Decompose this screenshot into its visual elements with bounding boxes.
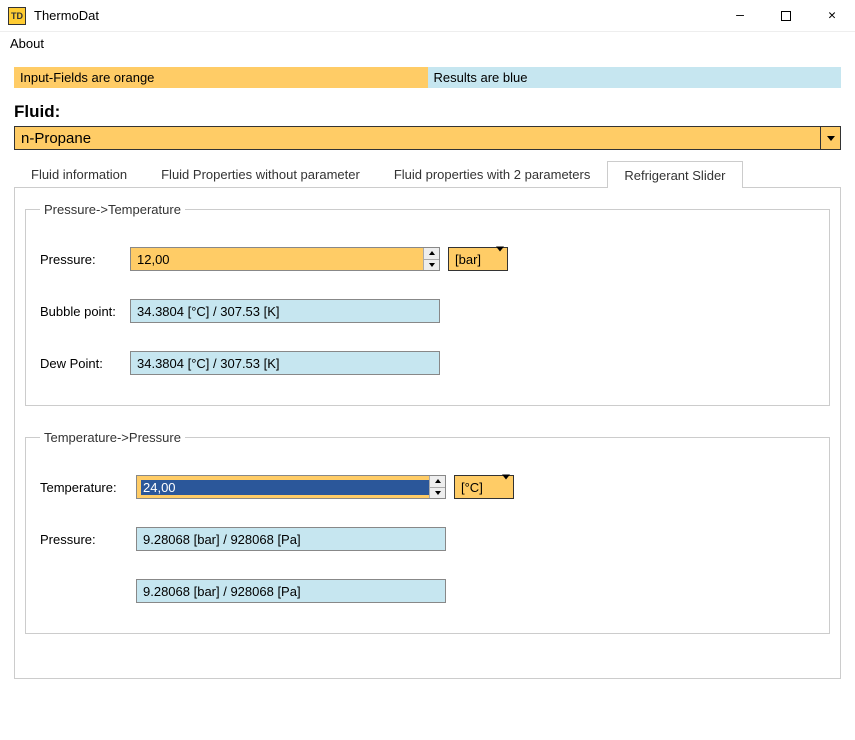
result-dew-point: 34.3804 [°C] / 307.53 [K] bbox=[130, 351, 440, 375]
chevron-down-icon bbox=[827, 136, 835, 141]
input-pressure[interactable]: 12,00 bbox=[130, 247, 440, 271]
minimize-button[interactable]: — bbox=[717, 0, 763, 32]
pressure-unit-value: [bar] bbox=[455, 252, 481, 267]
temperature-step-down[interactable] bbox=[430, 488, 445, 499]
tab-refrigerant-slider[interactable]: Refrigerant Slider bbox=[607, 161, 742, 188]
tab-properties-no-param[interactable]: Fluid Properties without parameter bbox=[144, 160, 377, 187]
chevron-up-icon bbox=[435, 479, 441, 483]
fluid-select-value: n-Propane bbox=[21, 130, 91, 147]
pressure-step-down[interactable] bbox=[424, 260, 439, 271]
result-tp-pressure-2: 9.28068 [bar] / 928068 [Pa] bbox=[136, 579, 446, 603]
chevron-down-icon bbox=[502, 475, 510, 495]
tab-properties-2-param[interactable]: Fluid properties with 2 parameters bbox=[377, 160, 608, 187]
input-temperature[interactable]: 24,00 bbox=[136, 475, 446, 499]
label-dew-point: Dew Point: bbox=[40, 356, 130, 371]
app-icon: TD bbox=[8, 7, 26, 25]
menubar: About bbox=[0, 32, 855, 59]
tab-strip: Fluid information Fluid Properties witho… bbox=[14, 160, 841, 188]
chevron-up-icon bbox=[429, 251, 435, 255]
close-button[interactable]: ✕ bbox=[809, 0, 855, 32]
group-tp-legend: Temperature->Pressure bbox=[40, 430, 185, 445]
input-pressure-value: 12,00 bbox=[131, 252, 423, 267]
temperature-unit-value: [°C] bbox=[461, 480, 483, 495]
fluid-select[interactable]: n-Propane bbox=[14, 126, 841, 150]
select-pressure-unit[interactable]: [bar] bbox=[448, 247, 508, 271]
fluid-dropdown-button[interactable] bbox=[820, 127, 840, 149]
titlebar: TD ThermoDat — ✕ bbox=[0, 0, 855, 32]
temperature-step-up[interactable] bbox=[430, 476, 445, 488]
pressure-step-up[interactable] bbox=[424, 248, 439, 260]
label-pressure: Pressure: bbox=[40, 252, 130, 267]
chevron-down-icon bbox=[496, 247, 504, 267]
chevron-down-icon bbox=[435, 491, 441, 495]
window-title: ThermoDat bbox=[34, 8, 717, 23]
tab-fluid-information[interactable]: Fluid information bbox=[14, 160, 144, 187]
group-pt-legend: Pressure->Temperature bbox=[40, 202, 185, 217]
legend-banner: Input-Fields are orange Results are blue bbox=[14, 67, 841, 88]
maximize-button[interactable] bbox=[763, 0, 809, 32]
chevron-down-icon bbox=[429, 263, 435, 267]
label-temperature: Temperature: bbox=[40, 480, 136, 495]
legend-result: Results are blue bbox=[428, 67, 842, 88]
select-temperature-unit[interactable]: [°C] bbox=[454, 475, 514, 499]
group-pressure-to-temp: Pressure->Temperature Pressure: 12,00 [b… bbox=[25, 202, 830, 406]
result-bubble-point: 34.3804 [°C] / 307.53 [K] bbox=[130, 299, 440, 323]
fluid-label: Fluid: bbox=[14, 102, 841, 122]
label-bubble-point: Bubble point: bbox=[40, 304, 130, 319]
input-temperature-value: 24,00 bbox=[141, 480, 429, 495]
legend-input: Input-Fields are orange bbox=[14, 67, 428, 88]
maximize-icon bbox=[781, 11, 791, 21]
label-tp-pressure: Pressure: bbox=[40, 532, 136, 547]
tab-body: Pressure->Temperature Pressure: 12,00 [b… bbox=[14, 188, 841, 679]
menu-about[interactable]: About bbox=[10, 36, 44, 51]
result-tp-pressure-1: 9.28068 [bar] / 928068 [Pa] bbox=[136, 527, 446, 551]
group-temp-to-pressure: Temperature->Pressure Temperature: 24,00… bbox=[25, 430, 830, 634]
